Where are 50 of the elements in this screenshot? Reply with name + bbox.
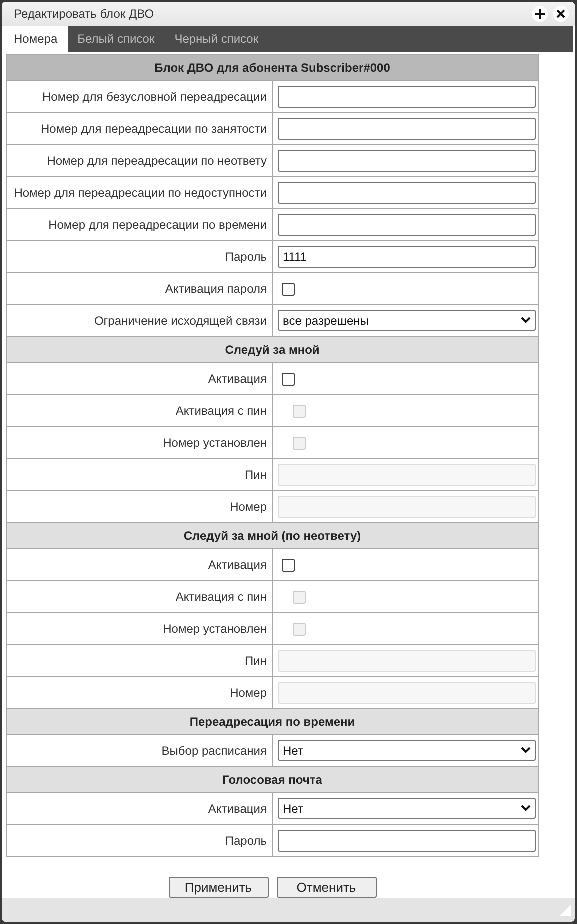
checkbox[interactable] xyxy=(282,373,295,386)
input-field[interactable] xyxy=(278,182,536,204)
window-title: Редактировать блок ДВО xyxy=(14,6,154,21)
input-field[interactable] xyxy=(278,118,536,140)
field-label: Активация с пин xyxy=(6,394,272,427)
resize-grip-icon[interactable] xyxy=(560,904,571,916)
chevron-down-icon xyxy=(521,317,531,324)
tab[interactable]: Черный список xyxy=(164,26,269,52)
section-header: Голосовая почта xyxy=(6,766,538,793)
section-header: Переадресация по времени xyxy=(6,708,538,735)
dropdown-value: Нет xyxy=(283,744,304,758)
dropdown[interactable]: Нет xyxy=(278,740,536,762)
tab[interactable]: Белый список xyxy=(68,26,165,52)
tab[interactable]: Номера xyxy=(4,26,68,52)
dropdown-value: все разрешены xyxy=(283,314,369,328)
dialog-button[interactable]: Отменить xyxy=(276,877,376,898)
plus-icon[interactable] xyxy=(532,6,548,22)
field-label: Пароль xyxy=(6,824,272,857)
input-field[interactable] xyxy=(278,150,536,172)
field-label: Активация с пин xyxy=(6,580,272,613)
field-label: Активация xyxy=(6,548,272,581)
section-header: Блок ДВО для абонента Subscriber#000 xyxy=(6,54,538,81)
field-label: Номер для переадресации по недоступности xyxy=(6,176,272,209)
close-icon[interactable] xyxy=(553,6,569,22)
field-label: Пароль xyxy=(6,240,272,273)
chevron-down-icon xyxy=(521,747,531,754)
input-field[interactable] xyxy=(278,830,536,852)
field-label: Активация xyxy=(6,792,272,825)
checkbox[interactable] xyxy=(282,283,295,296)
field-label: Активация пароля xyxy=(6,272,272,305)
dropdown[interactable]: Нет xyxy=(278,798,536,820)
field-label: Номер для переадресации по занятости xyxy=(6,112,272,145)
field-label: Номер для переадресации по времени xyxy=(6,208,272,241)
field-label: Номер установлен xyxy=(6,612,272,645)
input-field[interactable] xyxy=(278,214,536,236)
dialog-button[interactable]: Применить xyxy=(168,877,268,898)
section-header: Следуй за мной xyxy=(6,336,538,363)
checkbox[interactable] xyxy=(282,559,295,572)
dropdown[interactable]: все разрешены xyxy=(278,310,536,332)
field-label: Активация xyxy=(6,362,272,395)
dropdown-value: Нет xyxy=(283,802,304,816)
input-field[interactable]: 1111 xyxy=(278,246,536,268)
field-label: Пин xyxy=(6,644,272,677)
field-label: Номер для безусловной переадресации xyxy=(6,80,272,113)
chevron-down-icon xyxy=(521,805,531,812)
field-label: Номер установлен xyxy=(6,426,272,459)
field-label: Номер для переадресации по неответу xyxy=(6,144,272,177)
field-label: Пин xyxy=(6,458,272,491)
section-header: Следуй за мной (по неответу) xyxy=(6,522,538,549)
input-field[interactable] xyxy=(278,86,536,108)
